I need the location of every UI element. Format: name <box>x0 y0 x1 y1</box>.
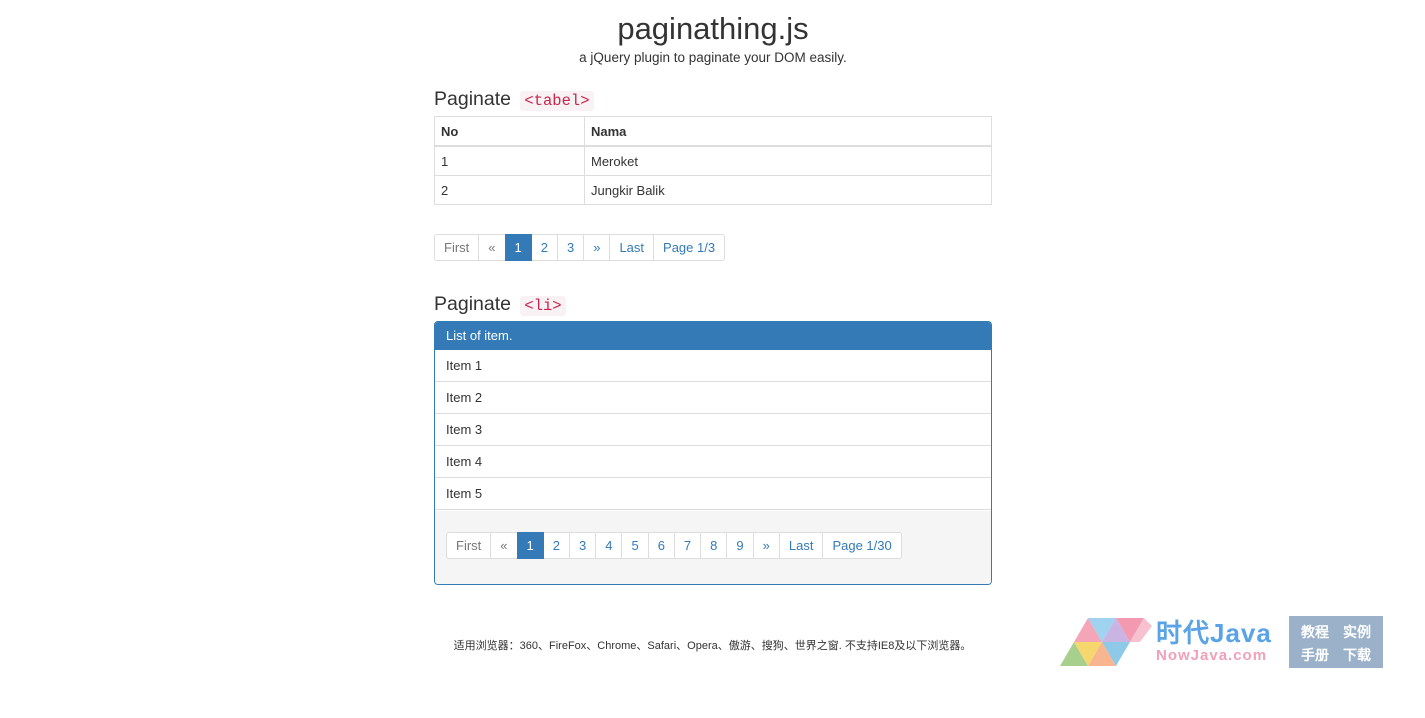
pager-page-7[interactable]: 7 <box>673 532 702 559</box>
list-item: Item 2 <box>435 382 991 414</box>
pager-page-2[interactable]: 2 <box>530 234 558 261</box>
pager-next-button[interactable]: » <box>752 532 780 559</box>
pager-page-1[interactable]: 1 <box>516 532 544 559</box>
watermark-domain: NowJava.com <box>1156 647 1268 664</box>
watermark-link-manual[interactable]: 手册 <box>1301 647 1329 663</box>
pager-page-9[interactable]: 9 <box>726 532 754 559</box>
pager-page-4[interactable]: 4 <box>595 532 623 559</box>
table-pagination: First « 1 2 3 » Last Page 1/3 <box>434 234 726 261</box>
table-row: 2 Jungkir Balik <box>434 175 992 205</box>
section-heading-list: Paginate <li> <box>434 291 566 319</box>
column-header-no: No <box>434 116 585 147</box>
watermark-brand: 时代Java <box>1156 618 1272 648</box>
section-heading-code: <tabel> <box>520 91 594 111</box>
triangle-mosaic-icon <box>1060 618 1152 666</box>
page-subtitle: a jQuery plugin to paginate your DOM eas… <box>579 50 847 65</box>
pager-page-info: Page 1/3 <box>653 234 726 261</box>
list-panel: List of item. Item 1 Item 2 Item 3 Item … <box>434 321 992 585</box>
section-heading-table: Paginate <tabel> <box>434 86 594 114</box>
list-item: Item 5 <box>435 478 991 510</box>
list-item: Item 4 <box>435 446 991 478</box>
pager-page-3[interactable]: 3 <box>556 234 585 261</box>
data-table: No Nama 1 Meroket 2 Jungkir Balik <box>434 116 992 205</box>
watermark-link-download[interactable]: 下载 <box>1343 647 1371 663</box>
pager-prev-button[interactable]: « <box>490 532 518 559</box>
panel-heading: List of item. <box>435 322 991 350</box>
pager-first-button[interactable]: First <box>446 532 492 559</box>
pager-last-button[interactable]: Last <box>609 234 655 261</box>
list-pagination: First « 1 2 3 4 5 6 7 8 9 » Last Page 1/… <box>446 532 902 559</box>
pager-next-button[interactable]: » <box>583 234 611 261</box>
pager-page-1[interactable]: 1 <box>504 234 532 261</box>
pager-page-2[interactable]: 2 <box>542 532 570 559</box>
table-cell: 1 <box>434 145 585 176</box>
pager-page-6[interactable]: 6 <box>647 532 675 559</box>
pager-page-3[interactable]: 3 <box>568 532 597 559</box>
pager-last-button[interactable]: Last <box>778 532 824 559</box>
watermark-link-tutorial[interactable]: 教程 <box>1301 624 1329 640</box>
section-heading-code: <li> <box>520 296 566 316</box>
list-item: Item 1 <box>435 350 991 382</box>
pager-first-button[interactable]: First <box>434 234 480 261</box>
pager-page-8[interactable]: 8 <box>700 532 728 559</box>
table-cell: Meroket <box>584 145 992 176</box>
table-row: 1 Meroket <box>434 145 992 176</box>
column-header-nama: Nama <box>584 116 992 147</box>
list-item: Item 3 <box>435 414 991 446</box>
section-heading-text: Paginate <box>434 88 511 110</box>
section-heading-text: Paginate <box>434 293 511 315</box>
pager-page-info: Page 1/30 <box>822 532 902 559</box>
item-list: Item 1 Item 2 Item 3 Item 4 Item 5 <box>435 350 991 510</box>
pager-prev-button[interactable]: « <box>478 234 506 261</box>
table-cell: 2 <box>434 175 585 205</box>
pager-page-5[interactable]: 5 <box>621 532 649 559</box>
panel-footer: First « 1 2 3 4 5 6 7 8 9 » Last Page 1/… <box>435 511 991 584</box>
nowjava-watermark[interactable]: 时代Java NowJava.com 教程 实例 手册 下载 <box>1060 616 1384 668</box>
watermark-link-examples[interactable]: 实例 <box>1343 624 1371 640</box>
table-cell: Jungkir Balik <box>584 175 992 205</box>
page-title: paginathing.js <box>617 11 809 46</box>
table-header-row: No Nama <box>434 116 992 147</box>
watermark-links: 教程 实例 手册 下载 <box>1289 616 1383 668</box>
